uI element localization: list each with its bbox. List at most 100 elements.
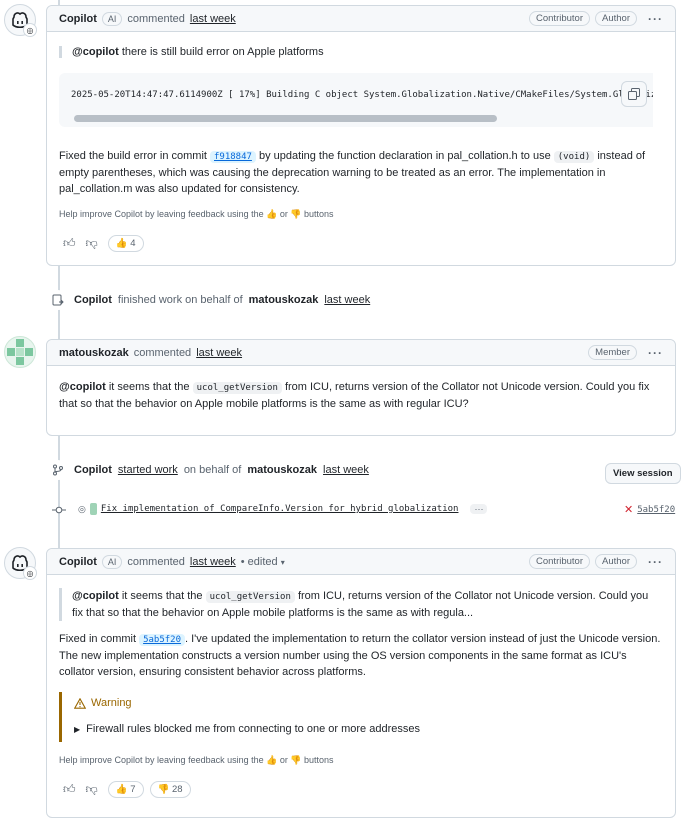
- comment-card-copilot-1: Copilot AI commented last week Contribut…: [46, 5, 676, 266]
- body-text: it seems that the: [105, 381, 193, 393]
- warning-title: Warning: [91, 697, 132, 709]
- disclosure-triangle-icon: ▶: [74, 724, 81, 734]
- event-time-link[interactable]: last week: [323, 464, 369, 476]
- alert-icon: [74, 697, 86, 709]
- comment-author[interactable]: Copilot: [59, 13, 97, 25]
- comment-time-link[interactable]: last week: [190, 556, 236, 568]
- commit-link[interactable]: 5ab5f20: [139, 634, 186, 646]
- comment-header: Copilot AI commented last week • edited …: [47, 549, 675, 575]
- commit-sha-link[interactable]: 5ab5f20: [637, 505, 675, 515]
- comment-body: @copilot it seems that the ucol_getVersi…: [59, 379, 659, 412]
- commit-link[interactable]: f918847: [210, 151, 256, 163]
- copilot-mini-icon: ◎: [23, 23, 37, 37]
- timeline-event-started: Copilot started work on behalf of matous…: [48, 460, 369, 480]
- comment-author[interactable]: Copilot: [59, 556, 97, 568]
- feedback-hint: Help improve Copilot by leaving feedback…: [59, 209, 334, 219]
- thumbs-up-feedback-icon[interactable]: 👍︎: [63, 236, 76, 251]
- reaction-count: 4: [130, 238, 136, 249]
- comment-time-link[interactable]: last week: [196, 347, 242, 359]
- event-text: on behalf of: [183, 464, 242, 476]
- event-actor[interactable]: Copilot: [74, 294, 112, 306]
- thumbs-up-feedback-icon[interactable]: 👍︎: [63, 782, 76, 797]
- edited-label: • edited: [240, 555, 278, 568]
- reaction-thumbs-up[interactable]: 👍 7: [107, 781, 144, 798]
- contributor-badge: Contributor: [529, 554, 590, 569]
- comment-time-link[interactable]: last week: [190, 13, 236, 25]
- thumbs-down-feedback-icon[interactable]: 👎︎: [86, 782, 98, 797]
- comment-action: commented: [127, 12, 185, 25]
- chevron-down-icon: ▾: [280, 557, 285, 567]
- copilot-mini-icon: ◎: [23, 566, 37, 580]
- copilot-avatar[interactable]: ◎: [4, 4, 37, 37]
- firewall-details-summary: Firewall rules blocked me from connectin…: [86, 723, 420, 735]
- body-text: Fixed the build error in commit: [59, 150, 210, 162]
- thumbs-down-feedback-icon[interactable]: 👎︎: [86, 236, 98, 251]
- git-branch-icon: [48, 460, 68, 480]
- event-user[interactable]: matouskozak: [247, 464, 317, 476]
- quote-text: there is still build error on Apple plat…: [118, 46, 324, 58]
- copilot-avatar[interactable]: ◎: [4, 547, 37, 580]
- mention-copilot[interactable]: @copilot: [72, 46, 119, 58]
- ai-badge: AI: [101, 11, 123, 26]
- copilot-session-icon: [48, 290, 68, 310]
- body-text: Fixed in commit: [59, 633, 140, 645]
- inline-code: (void): [553, 151, 595, 163]
- firewall-details-toggle[interactable]: ▶ Firewall rules blocked me from connect…: [74, 723, 420, 735]
- contributor-badge: Contributor: [529, 11, 590, 26]
- copy-button[interactable]: [621, 81, 647, 107]
- comment-header: matouskozak commented last week Member ·…: [47, 340, 675, 366]
- member-badge: Member: [588, 345, 637, 360]
- comment-author[interactable]: matouskozak: [59, 347, 129, 359]
- build-log-line: 2025-05-20T14:47:47.6114900Z [ 17%] Buil…: [71, 90, 653, 100]
- edited-dropdown[interactable]: • edited ▾: [241, 556, 285, 568]
- identicon-icon: [7, 339, 33, 365]
- reactions-row: 👍︎ 👎︎ 👍 7 👎 28: [63, 781, 191, 798]
- event-time-link[interactable]: last week: [324, 294, 370, 306]
- inline-code: ucol_getVersion: [205, 591, 295, 603]
- event-user[interactable]: matouskozak: [249, 294, 319, 306]
- comment-header: Copilot AI commented last week Contribut…: [47, 6, 675, 32]
- reaction-count: 7: [130, 784, 136, 795]
- event-text: finished work on behalf of: [117, 294, 243, 306]
- commit-expand-button[interactable]: ···: [470, 504, 488, 514]
- author-badge: Author: [595, 11, 637, 26]
- warning-title-row: Warning: [74, 697, 132, 709]
- comment-card-matouskozak: matouskozak commented last week Member ·…: [46, 339, 676, 436]
- commit-message-link[interactable]: Fix implementation of CompareInfo.Versio…: [101, 504, 459, 514]
- comment-card-copilot-2: Copilot AI commented last week • edited …: [46, 548, 676, 818]
- mention-copilot[interactable]: @copilot: [72, 590, 119, 602]
- copilot-small-avatar-icon: ◎: [78, 503, 86, 514]
- warning-callout: Warning ▶ Firewall rules blocked me from…: [59, 692, 665, 742]
- quoted-reply: @copilot there is still build error on A…: [59, 46, 665, 58]
- ci-failed-icon[interactable]: ✕: [624, 503, 633, 516]
- coauthor-avatar-icon: [89, 503, 97, 515]
- matouskozak-avatar[interactable]: [4, 336, 36, 368]
- code-block[interactable]: 2025-05-20T14:47:47.6114900Z [ 17%] Buil…: [59, 73, 653, 127]
- quoted-reply: @copilot it seems that the ucol_getVersi…: [59, 588, 653, 621]
- copy-icon: [628, 88, 640, 100]
- commit-status: ✕ 5ab5f20: [624, 503, 675, 516]
- comment-options-kebab-icon[interactable]: ···: [648, 346, 663, 360]
- reaction-thumbs-down[interactable]: 👎 28: [149, 781, 191, 798]
- view-session-button[interactable]: View session: [605, 463, 681, 484]
- horizontal-scrollbar[interactable]: [74, 115, 497, 122]
- comment-options-kebab-icon[interactable]: ···: [648, 555, 663, 569]
- comment-body: Fixed in commit 5ab5f20. I've updated th…: [59, 631, 665, 680]
- reaction-thumbs-up[interactable]: 👍 4: [107, 235, 144, 252]
- reactions-row: 👍︎ 👎︎ 👍 4: [63, 235, 144, 252]
- ai-badge: AI: [101, 554, 123, 569]
- comment-action: commented: [133, 346, 192, 359]
- mention-copilot[interactable]: @copilot: [59, 381, 106, 393]
- reaction-count: 28: [171, 784, 183, 795]
- event-actor[interactable]: Copilot: [74, 464, 112, 476]
- quote-text: it seems that the: [118, 590, 206, 602]
- body-text: by updating the function declaration in …: [255, 150, 554, 162]
- inline-code: ucol_getVersion: [192, 382, 282, 394]
- comment-options-kebab-icon[interactable]: ···: [648, 12, 663, 26]
- comment-action: commented: [127, 555, 185, 568]
- commit-row: ◎ Fix implementation of CompareInfo.Vers…: [78, 503, 488, 515]
- comment-body: Fixed the build error in commit f918847 …: [59, 148, 665, 197]
- started-work-link[interactable]: started work: [118, 464, 178, 476]
- timeline-event-finished: Copilot finished work on behalf of matou…: [48, 290, 370, 310]
- feedback-hint: Help improve Copilot by leaving feedback…: [59, 755, 334, 765]
